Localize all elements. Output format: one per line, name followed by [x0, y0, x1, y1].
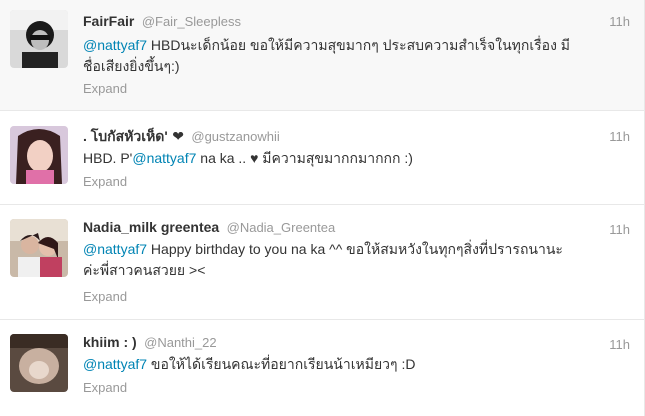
tweet-text: HBD. P'@nattyaf7 na ka .. ♥ มีความสุขมาก…: [83, 148, 626, 169]
tweet-header: FairFair @Fair_Sleepless: [83, 13, 241, 33]
expand-link[interactable]: Expand: [83, 380, 127, 395]
avatar[interactable]: [10, 334, 68, 392]
author-fullname[interactable]: Nadia_milk greentea: [83, 219, 219, 235]
tweet-stream: FairFair @Fair_Sleepless 11h @nattyaf7 H…: [0, 0, 645, 416]
tweet-header: khiim : ) @Nanthi_22: [83, 334, 217, 354]
tweet-header: Nadia_milk greentea @Nadia_Greentea: [83, 219, 335, 239]
heart-icon: ❤: [172, 128, 184, 144]
avatar[interactable]: [10, 126, 68, 184]
mention-link[interactable]: @nattyaf7: [132, 150, 196, 166]
tweet-header: . โบกัสหัวเห็ด' ❤ @gustzanowhii: [83, 126, 280, 146]
tweet-item[interactable]: FairFair @Fair_Sleepless 11h @nattyaf7 H…: [0, 0, 644, 111]
tweet-text-body: Happy birthday to you na ka ^^ ขอให้สมหว…: [147, 241, 563, 257]
tweet-text-continued: ชื่อเสียงยิ่งขึ้นๆ:): [83, 58, 180, 74]
author-username[interactable]: @Nadia_Greentea: [227, 220, 336, 235]
author-fullname[interactable]: khiim : ): [83, 334, 137, 350]
tweet-timestamp[interactable]: 11h: [609, 14, 630, 29]
avatar[interactable]: [10, 219, 68, 277]
tweet-item[interactable]: khiim : ) @Nanthi_22 11h @nattyaf7 ขอให้…: [0, 320, 644, 416]
mention-link[interactable]: @nattyaf7: [83, 241, 147, 257]
expand-link[interactable]: Expand: [83, 81, 127, 96]
tweet-text: @nattyaf7 Happy birthday to you na ka ^^…: [83, 239, 626, 281]
expand-link[interactable]: Expand: [83, 289, 127, 304]
tweet-timestamp[interactable]: 11h: [609, 222, 630, 237]
tweet-text-body: ขอให้ได้เรียนคณะที่อยากเรียนน้าเหมียวๆ :…: [147, 356, 416, 372]
expand-link[interactable]: Expand: [83, 174, 127, 189]
author-username[interactable]: @gustzanowhii: [191, 129, 279, 144]
author-username[interactable]: @Fair_Sleepless: [142, 14, 241, 29]
author-fullname[interactable]: FairFair: [83, 13, 134, 29]
tweet-text-continued: ค่ะพี่สาวคนสวยย ><: [83, 262, 206, 278]
tweet-item[interactable]: Nadia_milk greentea @Nadia_Greentea 11h …: [0, 205, 644, 320]
tweet-text: @nattyaf7 HBDนะเด็กน้อย ขอให้มีความสุขมา…: [83, 35, 626, 77]
avatar[interactable]: [10, 10, 68, 68]
tweet-text-body: HBDนะเด็กน้อย ขอให้มีความสุขมากๆ ประสบคว…: [147, 37, 571, 53]
mention-link[interactable]: @nattyaf7: [83, 37, 147, 53]
tweet-item[interactable]: . โบกัสหัวเห็ด' ❤ @gustzanowhii 11h HBD.…: [0, 111, 644, 205]
tweet-text: @nattyaf7 ขอให้ได้เรียนคณะที่อยากเรียนน้…: [83, 354, 626, 375]
mention-link[interactable]: @nattyaf7: [83, 356, 147, 372]
tweet-text-prefix: HBD. P': [83, 150, 133, 166]
tweet-timestamp[interactable]: 11h: [609, 337, 630, 352]
author-username[interactable]: @Nanthi_22: [144, 335, 216, 350]
tweet-timestamp[interactable]: 11h: [609, 129, 630, 144]
author-fullname[interactable]: . โบกัสหัวเห็ด': [83, 128, 168, 144]
tweet-text-body: na ka .. ♥ มีความสุขมากกมากกก :): [196, 150, 413, 166]
